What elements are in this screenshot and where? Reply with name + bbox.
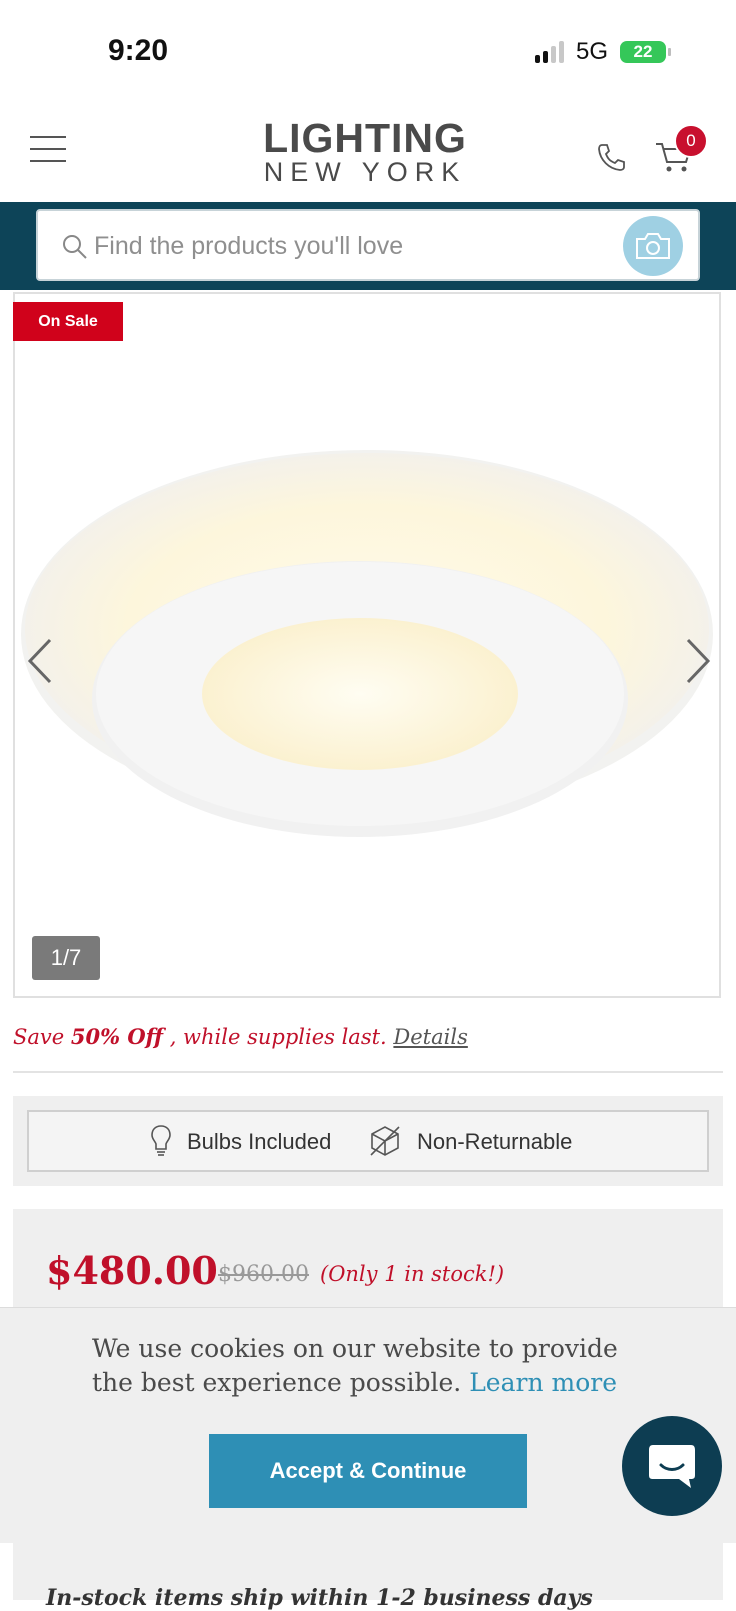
sale-price: $480.00 [46,1248,218,1293]
search-icon [63,235,87,259]
chevron-left-icon[interactable] [26,638,54,684]
signal-icon [534,41,564,63]
feature-bulbs-included: Bulbs Included [187,1129,332,1154]
divider [13,1071,723,1073]
chevron-right-icon[interactable] [684,638,712,684]
bulb-icon [151,1125,171,1156]
image-counter: 1/7 [32,936,100,980]
feature-non-returnable: Non-Returnable [417,1129,573,1154]
logo-main-text: LIGHTING [263,115,467,161]
box-icon [370,1126,400,1156]
original-price: $960.00 [218,1262,309,1287]
phone-icon[interactable] [596,142,626,172]
chat-button[interactable] [622,1416,722,1516]
accept-continue-button[interactable]: Accept & Continue [209,1434,527,1508]
promo-suffix: , while supplies last. [163,1025,394,1049]
stock-note: (Only 1 in stock!) [320,1262,505,1286]
battery-level: 22 [633,42,653,61]
status-indicators: 5G 22 [534,38,671,66]
on-sale-tag: On Sale [13,302,123,341]
logo-sub-text: NEW YORK [263,157,467,187]
status-time: 9:20 [108,34,169,67]
battery-icon: 22 [620,41,671,63]
site-logo[interactable]: LIGHTING NEW YORK [250,115,480,187]
chat-icon [649,1445,695,1488]
network-label: 5G [575,38,608,65]
product-image [21,450,713,837]
hamburger-menu-icon[interactable] [30,136,66,164]
cart-count-badge[interactable]: 0 [674,124,708,158]
promo-highlight: 50% Off [70,1024,164,1049]
promo-text: Save 50% Off , while supplies last. Deta… [13,1024,468,1049]
camera-icon [636,233,670,259]
promo-prefix: Save [13,1025,71,1049]
learn-more-link[interactable]: Learn more [469,1368,617,1397]
details-link[interactable]: Details [393,1025,467,1049]
product-image-carousel[interactable] [13,292,721,998]
shipping-text: In-stock items ship within 1-2 business … [46,1585,593,1611]
cookie-message: We use cookies on our website to provide… [92,1332,652,1400]
visual-search-button[interactable] [623,216,683,276]
search-placeholder[interactable]: Find the products you'll love [94,232,403,261]
